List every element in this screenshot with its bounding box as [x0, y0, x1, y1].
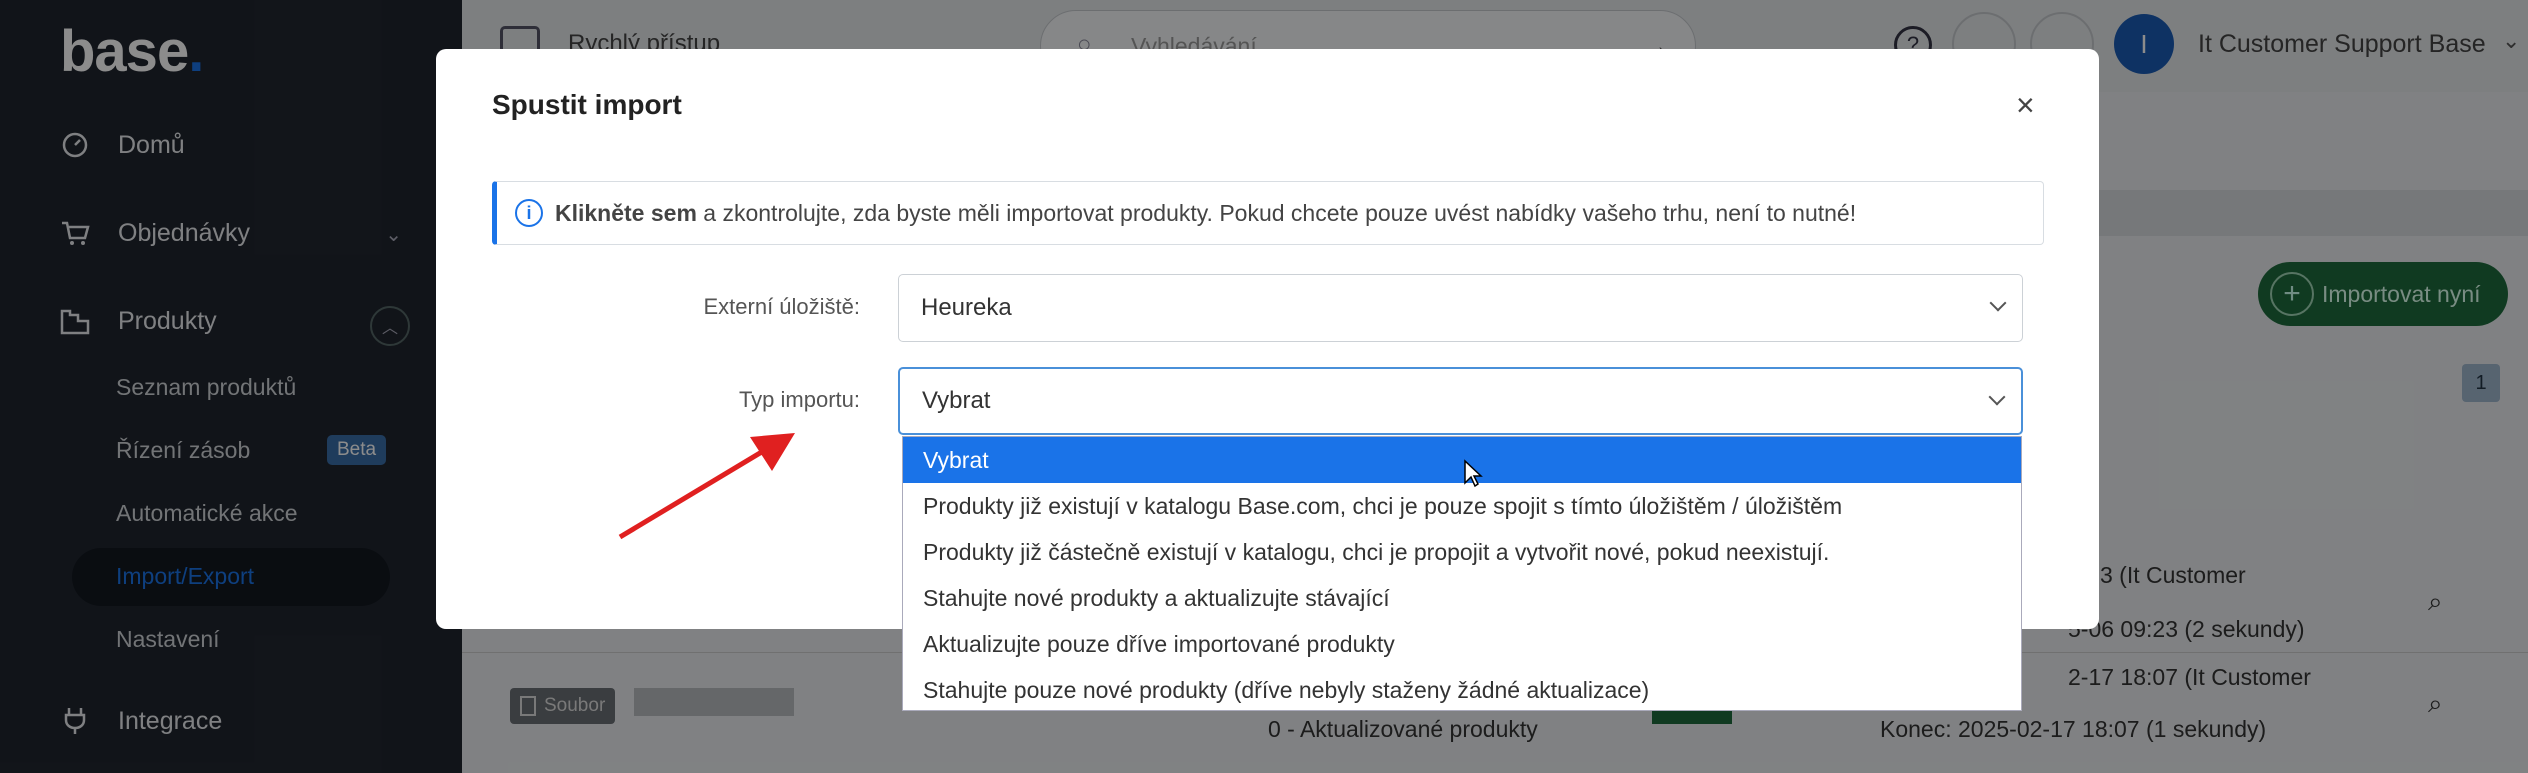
info-icon: i	[515, 199, 543, 227]
chevron-down-icon	[1989, 294, 2007, 312]
external-storage-select[interactable]: Heureka	[898, 274, 2023, 342]
modal-title: Spustit import	[492, 89, 682, 120]
chevron-down-icon	[1988, 388, 2006, 406]
info-link[interactable]: Klikněte sem	[555, 200, 697, 226]
external-storage-label: Externí úložiště:	[703, 294, 860, 319]
import-type-label: Typ importu:	[738, 387, 860, 412]
import-type-select[interactable]: Vybrat	[898, 367, 2023, 435]
dropdown-option[interactable]: Stahujte nové produkty a aktualizujte st…	[903, 575, 2021, 621]
import-type-value: Vybrat	[922, 387, 991, 414]
info-alert: i Klikněte sem a zkontrolujte, zda byste…	[492, 181, 2044, 245]
close-icon[interactable]: ×	[2016, 87, 2035, 124]
app-root: base. Domů Objednávky ⌄ Produkty ︿ Sezna…	[0, 0, 2528, 773]
dropdown-option[interactable]: Vybrat	[903, 437, 2021, 483]
dropdown-option[interactable]: Aktualizujte pouze dříve importované pro…	[903, 621, 2021, 667]
annotation-arrow-icon	[618, 433, 795, 540]
external-storage-value: Heureka	[921, 294, 1012, 321]
import-type-dropdown: Vybrat Produkty již existují v katalogu …	[902, 436, 2022, 711]
dropdown-option[interactable]: Produkty již částečně existují v katalog…	[903, 529, 2021, 575]
dropdown-option[interactable]: Stahujte pouze nové produkty (dříve neby…	[903, 667, 2021, 713]
dropdown-option[interactable]: Produkty již existují v katalogu Base.co…	[903, 483, 2021, 529]
info-text: a zkontrolujte, zda byste měli importova…	[696, 199, 1857, 226]
mouse-cursor-icon	[1464, 459, 1483, 488]
